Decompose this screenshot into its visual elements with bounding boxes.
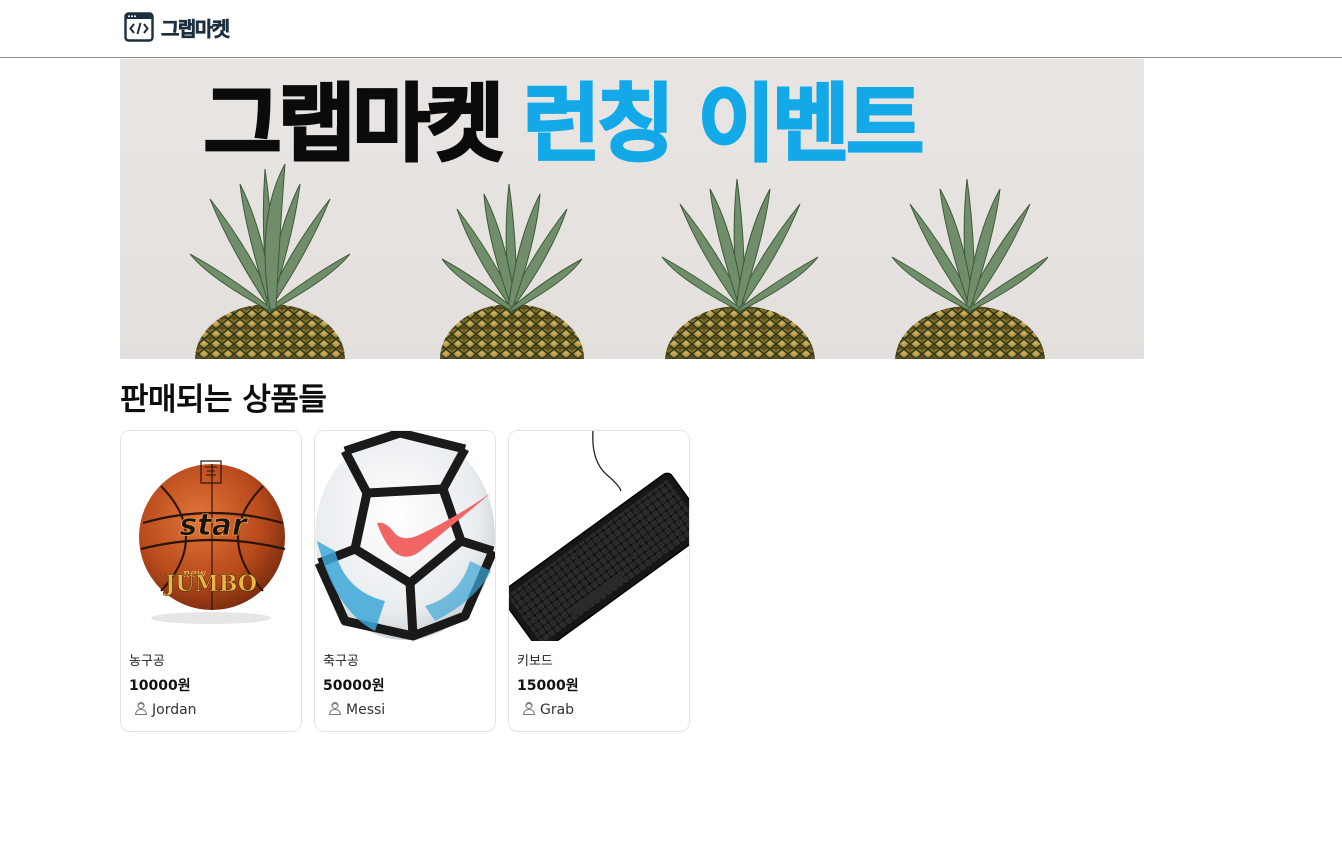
logo[interactable]: 그랩마켓 bbox=[124, 12, 231, 42]
code-window-icon bbox=[124, 12, 154, 42]
product-price: 10000원 bbox=[129, 678, 191, 694]
product-seller: Jordan bbox=[129, 701, 295, 719]
avatar-icon bbox=[522, 702, 536, 715]
product-name: 축구공 bbox=[323, 654, 359, 669]
seller-name: Grab bbox=[540, 702, 575, 718]
banner-title-accent: 런칭 이벤트 bbox=[522, 74, 926, 175]
soccer-ball-image bbox=[315, 431, 495, 641]
product-name: 키보드 bbox=[517, 654, 553, 669]
product-seller: Messi bbox=[323, 701, 489, 719]
keyboard-image bbox=[509, 431, 689, 641]
avatar-icon bbox=[134, 702, 148, 715]
seller-name: Messi bbox=[346, 702, 386, 718]
product-card[interactable]: 축구공 50000원 Messi bbox=[314, 430, 496, 732]
svg-text:star: star bbox=[179, 508, 248, 543]
avatar-icon bbox=[328, 702, 342, 715]
product-name: 농구공 bbox=[129, 654, 165, 669]
product-seller: Grab bbox=[517, 701, 683, 719]
banner-title: 그랩마켓 런칭 이벤트 bbox=[202, 69, 926, 179]
header: 그랩마켓 bbox=[0, 0, 1342, 58]
basketball-image: star new JUMBO bbox=[121, 431, 301, 641]
product-list: star new JUMBO 농구공 10000원 Jordan 축구공 500… bbox=[120, 430, 690, 732]
product-card[interactable]: star new JUMBO 농구공 10000원 Jordan bbox=[120, 430, 302, 732]
product-price: 50000원 bbox=[323, 678, 385, 694]
product-price: 15000원 bbox=[517, 678, 579, 694]
banner-title-dark: 그랩마켓 bbox=[202, 74, 505, 175]
banner[interactable]: 그랩마켓 런칭 이벤트 bbox=[120, 59, 1144, 359]
seller-name: Jordan bbox=[152, 702, 197, 718]
svg-text:JUMBO: JUMBO bbox=[163, 571, 257, 597]
section-title: 판매되는 상품들 bbox=[120, 382, 327, 418]
logo-text: 그랩마켓 bbox=[161, 16, 231, 41]
product-card[interactable]: 키보드 15000원 Grab bbox=[508, 430, 690, 732]
